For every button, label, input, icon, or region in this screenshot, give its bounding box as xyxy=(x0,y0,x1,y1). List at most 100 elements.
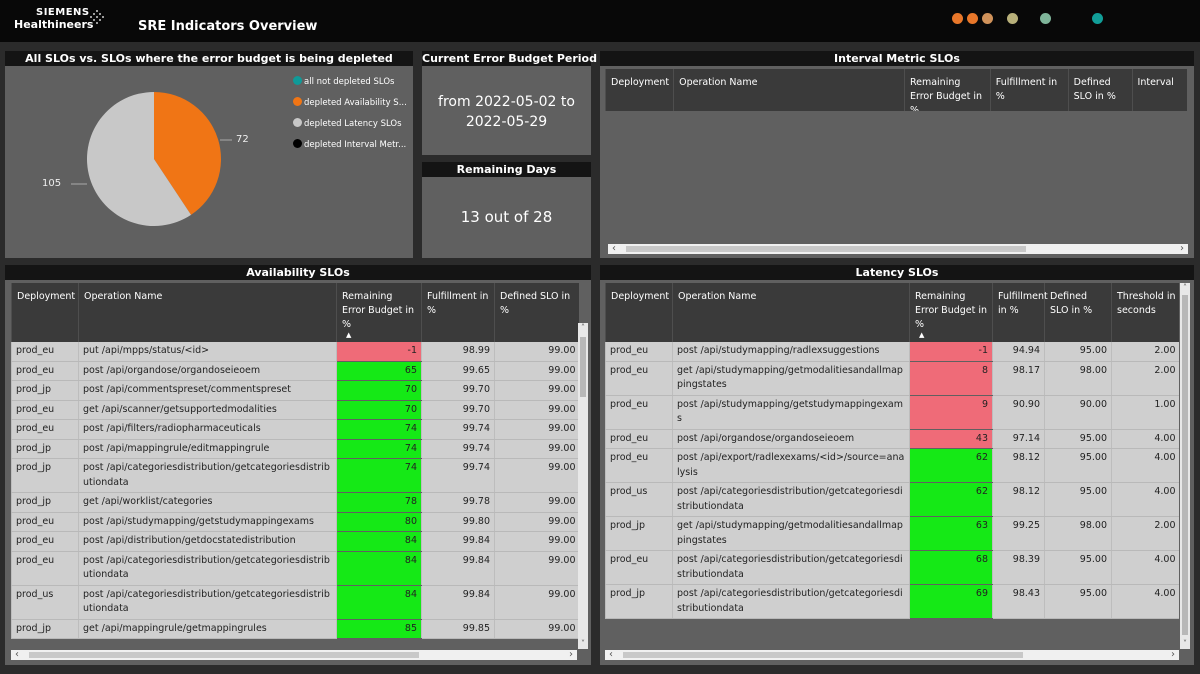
column-header[interactable]: Interval xyxy=(1131,69,1187,111)
scroll-thumb[interactable] xyxy=(623,652,1023,658)
table-row[interactable]: prod_jp get /api/studymapping/getmodaliti… xyxy=(605,516,1179,551)
table-row[interactable]: prod_eu post /api/studymapping/getstudyma… xyxy=(11,512,579,532)
scroll-up-icon[interactable]: ˄ xyxy=(578,323,588,333)
cell-budget: 80 xyxy=(336,512,422,532)
scroll-thumb[interactable] xyxy=(29,652,419,658)
slo-pie-chart[interactable] xyxy=(35,77,285,257)
legend-item[interactable]: depleted Interval Metr... xyxy=(293,139,406,150)
cell-ful: 99.74 xyxy=(421,439,495,459)
column-header[interactable]: Defined SLO in % xyxy=(1044,283,1112,342)
table-row[interactable]: prod_eu put /api/mpps/status/<id> -1 98.99 9… xyxy=(11,342,579,362)
interval-hscroll[interactable]: ‹ › xyxy=(608,244,1188,254)
legend-item[interactable]: all not depleted SLOs xyxy=(293,76,394,87)
scroll-right-icon[interactable]: › xyxy=(1180,244,1184,254)
column-header[interactable]: Remaining Error Budget in %▲ xyxy=(909,283,993,342)
cell-budget: 78 xyxy=(336,492,422,512)
table-row[interactable]: prod_eu post /api/organdose/organdoseieoe… xyxy=(605,429,1179,449)
scroll-right-icon[interactable]: › xyxy=(569,650,573,660)
table-row[interactable]: prod_eu post /api/export/radlexexams/<id>… xyxy=(605,448,1179,483)
availability-hscroll[interactable]: ‹ › xyxy=(11,650,577,660)
latency-panel-title: Latency SLOs xyxy=(600,265,1194,280)
table-row[interactable]: prod_eu get /api/scanner/getsupportedmoda… xyxy=(11,400,579,420)
cell-ful: 99.85 xyxy=(421,619,495,639)
table-row[interactable]: prod_jp post /api/categoriesdistribution/… xyxy=(11,458,579,493)
scroll-thumb[interactable] xyxy=(626,246,1026,252)
table-row[interactable]: prod_eu post /api/categoriesdistribution/… xyxy=(11,551,579,586)
scroll-thumb[interactable] xyxy=(1182,295,1188,635)
cell-slo: 99.00 xyxy=(494,458,579,493)
table-row[interactable]: prod_us post /api/categoriesdistribution/… xyxy=(11,585,579,620)
cell-budget: 74 xyxy=(336,419,422,439)
scroll-left-icon[interactable]: ‹ xyxy=(15,650,19,660)
cell-ful: 90.90 xyxy=(992,395,1045,430)
scroll-up-icon[interactable]: ˄ xyxy=(1180,283,1190,293)
status-dot xyxy=(1040,13,1051,24)
column-header[interactable]: Remaining Error Budget in %▲ xyxy=(336,283,422,342)
table-row[interactable]: prod_jp post /api/commentspreset/comments… xyxy=(11,380,579,401)
column-header[interactable]: Operation Name xyxy=(672,283,910,342)
availability-table-wrap: Deployment Operation Name Remaining Error … xyxy=(11,283,579,649)
cell-thr: 4.00 xyxy=(1111,550,1179,585)
column-header[interactable]: Fulfillment in % xyxy=(992,283,1048,342)
scroll-down-icon[interactable]: ˅ xyxy=(578,639,588,649)
column-header-label: Deployment xyxy=(17,291,76,302)
column-header[interactable]: Fulfillment in % xyxy=(989,69,1069,111)
scroll-left-icon[interactable]: ‹ xyxy=(612,244,616,254)
pie-label-orange: 72 xyxy=(236,134,249,145)
column-header[interactable]: Threshold in seconds xyxy=(1111,283,1179,342)
table-row[interactable]: prod_us post /api/categoriesdistribution/… xyxy=(605,482,1179,517)
sort-ascending-icon[interactable]: ▲ xyxy=(919,332,988,339)
table-row[interactable]: prod_eu post /api/organdose/organdoseieoe… xyxy=(11,361,579,381)
table-row[interactable]: prod_eu get /api/studymapping/getmodaliti… xyxy=(605,361,1179,396)
cell-op: post /api/categoriesdistribution/getcate… xyxy=(78,551,337,586)
cell-budget: 9 xyxy=(909,395,993,429)
column-header-label: Interval xyxy=(1137,77,1174,88)
column-header-label: Defined SLO in % xyxy=(500,291,571,316)
availability-vscroll[interactable]: ˄ ˅ xyxy=(578,323,588,649)
column-header[interactable]: Deployment xyxy=(605,69,674,111)
brand-line2: Healthineers xyxy=(14,18,94,31)
legend-label: depleted Availability S... xyxy=(304,98,407,108)
column-header[interactable]: Fulfillment in % xyxy=(421,283,495,342)
column-header[interactable]: Deployment xyxy=(605,283,673,342)
legend-item[interactable]: depleted Latency SLOs xyxy=(293,118,402,129)
latency-hscroll[interactable]: ‹ › xyxy=(605,650,1179,660)
latency-vscroll[interactable]: ˄ ˅ xyxy=(1180,283,1190,649)
table-row[interactable]: prod_eu post /api/studymapping/radlexsugg… xyxy=(605,342,1179,362)
column-header[interactable]: Defined SLO in % xyxy=(1067,69,1133,111)
column-header[interactable]: Operation Name xyxy=(78,283,337,342)
legend-item[interactable]: depleted Availability S... xyxy=(293,97,407,108)
sort-ascending-icon[interactable]: ▲ xyxy=(346,332,417,339)
cell-ful: 99.84 xyxy=(421,531,495,552)
scroll-left-icon[interactable]: ‹ xyxy=(609,650,613,660)
table-row[interactable]: prod_eu post /api/filters/radiopharmaceut… xyxy=(11,419,579,440)
scroll-thumb[interactable] xyxy=(580,337,586,397)
table-row[interactable]: prod_jp post /api/categoriesdistribution/… xyxy=(605,584,1179,619)
cell-ful: 99.78 xyxy=(421,492,495,513)
table-row[interactable]: prod_jp post /api/mappingrule/editmapping… xyxy=(11,439,579,459)
interval-table-wrap: Deployment Operation Name Remaining Error … xyxy=(605,69,1187,111)
column-header-label: Fulfillment in % xyxy=(427,291,489,316)
cell-ful: 99.74 xyxy=(421,458,495,493)
table-row[interactable]: prod_jp get /api/mappingrule/getmappingru… xyxy=(11,619,579,639)
scroll-right-icon[interactable]: › xyxy=(1171,650,1175,660)
scroll-down-icon[interactable]: ˅ xyxy=(1180,639,1190,649)
cell-ful: 97.14 xyxy=(992,429,1045,449)
cell-budget: 84 xyxy=(336,551,422,585)
cell-slo: 98.00 xyxy=(1044,516,1112,551)
table-row[interactable]: prod_eu post /api/studymapping/getstudyma… xyxy=(605,395,1179,430)
cell-dep: prod_us xyxy=(605,482,673,517)
table-row[interactable]: prod_jp get /api/worklist/categories 78 99.… xyxy=(11,492,579,513)
column-header[interactable]: Deployment xyxy=(11,283,79,342)
cell-thr: 2.00 xyxy=(1111,361,1179,396)
table-row[interactable]: prod_eu post /api/categoriesdistribution/… xyxy=(605,550,1179,585)
column-header[interactable]: Operation Name xyxy=(673,69,905,111)
table-row[interactable]: prod_eu post /api/distribution/getdocstat… xyxy=(11,531,579,552)
cell-dep: prod_eu xyxy=(11,419,79,440)
column-header[interactable]: Remaining Error Budget in %▲ xyxy=(903,69,991,111)
interval-panel-title: Interval Metric SLOs xyxy=(600,51,1194,66)
legend-dot-icon xyxy=(293,139,302,148)
cell-dep: prod_eu xyxy=(11,551,79,586)
period-panel-title: Current Error Budget Period xyxy=(422,51,597,66)
column-header[interactable]: Defined SLO in % xyxy=(494,283,579,342)
